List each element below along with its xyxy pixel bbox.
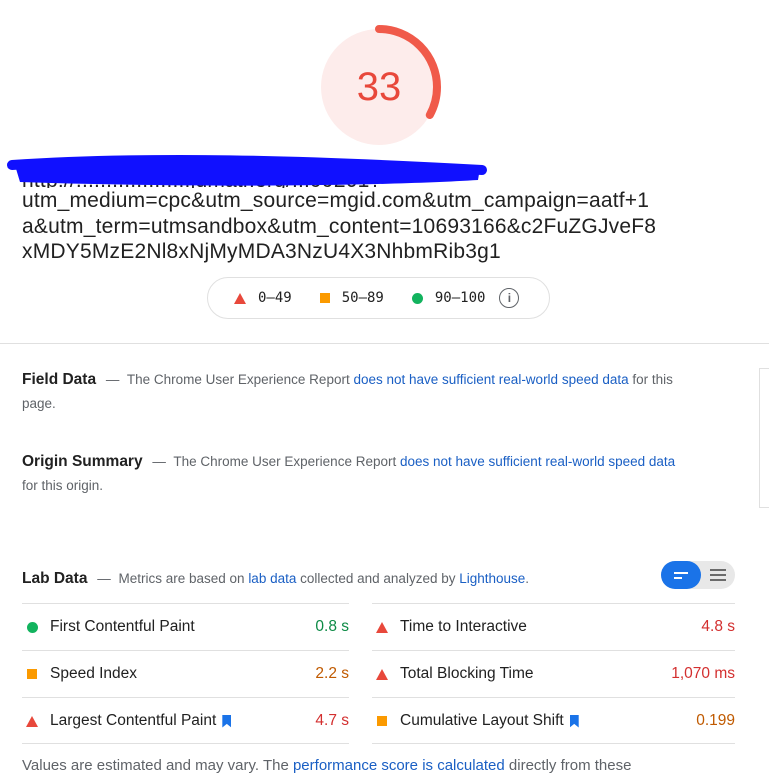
dash: — bbox=[152, 454, 166, 469]
redaction-scribble bbox=[7, 155, 487, 186]
field-data-title: Field Data bbox=[22, 371, 97, 388]
origin-summary-text-end: for this origin. bbox=[22, 478, 104, 493]
fail-triangle-icon bbox=[376, 668, 388, 680]
lab-data-text-end: . bbox=[525, 571, 530, 586]
metric-view-toggle[interactable] bbox=[661, 561, 735, 589]
origin-summary-text: The Chrome User Experience Report bbox=[173, 454, 400, 469]
metric-total-blocking-time: Total Blocking Time 1,070 ms bbox=[372, 650, 735, 697]
metric-name: Speed Index bbox=[50, 665, 138, 682]
fail-triangle-icon bbox=[26, 715, 38, 727]
legend-label: 50–89 bbox=[341, 290, 384, 306]
legend-item-good: 90–100 bbox=[411, 290, 486, 306]
metric-cumulative-layout-shift: Cumulative Layout Shift 0.199 bbox=[372, 697, 735, 744]
field-data-section: Field Data — The Chrome User Experience … bbox=[22, 368, 682, 416]
metric-name: First Contentful Paint bbox=[50, 618, 195, 635]
metric-divider bbox=[372, 743, 735, 744]
score-legend: 0–49 50–89 90–100 i bbox=[207, 277, 550, 319]
footer-text: Values are estimated and may vary. The bbox=[22, 757, 293, 774]
metric-value: 4.8 s bbox=[701, 618, 735, 635]
report-header: 33 http://...................jdmatr.org/… bbox=[0, 0, 769, 343]
metric-divider bbox=[22, 743, 349, 744]
lab-data-link[interactable]: lab data bbox=[248, 571, 296, 586]
fail-triangle-icon bbox=[376, 621, 388, 633]
bookmark-icon[interactable] bbox=[569, 714, 579, 728]
origin-summary-section: Origin Summary — The Chrome User Experie… bbox=[22, 450, 682, 498]
legend-label: 90–100 bbox=[434, 290, 486, 306]
footer-note: Values are estimated and may vary. The p… bbox=[22, 757, 631, 774]
metric-name: Largest Contentful Paint bbox=[50, 712, 217, 729]
metric-time-to-interactive: Time to Interactive 4.8 s bbox=[372, 603, 735, 650]
metric-value: 1,070 ms bbox=[671, 665, 735, 682]
url-line: utm_medium=cpc&utm_source=mgid.com&utm_c… bbox=[22, 189, 650, 212]
footer-text-end: directly from these bbox=[504, 757, 632, 774]
metric-value: 4.7 s bbox=[315, 712, 349, 729]
lab-data-text: collected and analyzed by bbox=[296, 571, 460, 586]
lab-data-section: Lab Data — Metrics are based on lab data… bbox=[22, 567, 652, 591]
triangle-icon bbox=[234, 292, 246, 304]
dash: — bbox=[97, 571, 111, 586]
lab-data-title: Lab Data bbox=[22, 570, 88, 587]
metric-name: Cumulative Layout Shift bbox=[400, 712, 564, 729]
pass-circle-icon bbox=[26, 621, 38, 633]
average-square-icon bbox=[377, 716, 387, 726]
tested-url: utm_medium=cpc&utm_source=mgid.com&utm_c… bbox=[22, 188, 742, 265]
metric-name: Total Blocking Time bbox=[400, 665, 534, 682]
square-icon bbox=[319, 293, 330, 303]
circle-icon bbox=[411, 292, 423, 304]
lighthouse-link[interactable]: Lighthouse bbox=[459, 571, 525, 586]
info-icon[interactable]: i bbox=[499, 288, 520, 308]
metric-name: Time to Interactive bbox=[400, 618, 527, 635]
metric-speed-index: Speed Index 2.2 s bbox=[22, 650, 349, 697]
metric-largest-contentful-paint: Largest Contentful Paint 4.7 s bbox=[22, 697, 349, 744]
side-panel-edge bbox=[759, 368, 769, 508]
expanded-view-icon[interactable] bbox=[701, 561, 735, 589]
dash: — bbox=[105, 372, 120, 387]
summary-view-icon[interactable] bbox=[661, 561, 701, 589]
metric-value: 0.8 s bbox=[315, 618, 349, 635]
legend-label: 0–49 bbox=[258, 290, 292, 306]
legend-item-poor: 0–49 bbox=[234, 290, 292, 306]
section-divider bbox=[0, 343, 769, 344]
origin-summary-link[interactable]: does not have sufficient real-world spee… bbox=[400, 454, 675, 469]
metric-first-contentful-paint: First Contentful Paint 0.8 s bbox=[22, 603, 349, 650]
field-data-link[interactable]: does not have sufficient real-world spee… bbox=[353, 372, 628, 387]
average-square-icon bbox=[27, 669, 37, 679]
url-line: xMDY5MzE2Nl8xNjMyMDA3NzU4X3NhbmRib3g1 bbox=[22, 240, 501, 263]
origin-summary-title: Origin Summary bbox=[22, 453, 143, 470]
metric-value: 0.199 bbox=[696, 712, 735, 729]
bookmark-icon[interactable] bbox=[222, 714, 232, 728]
metric-value: 2.2 s bbox=[315, 665, 349, 682]
url-line: a&utm_term=utmsandbox&utm_content=106931… bbox=[22, 214, 657, 238]
lab-data-text: Metrics are based on bbox=[118, 571, 249, 586]
score-calculation-link[interactable]: performance score is calculated bbox=[293, 757, 505, 774]
legend-item-average: 50–89 bbox=[319, 290, 384, 306]
field-data-text: The Chrome User Experience Report bbox=[126, 372, 354, 387]
